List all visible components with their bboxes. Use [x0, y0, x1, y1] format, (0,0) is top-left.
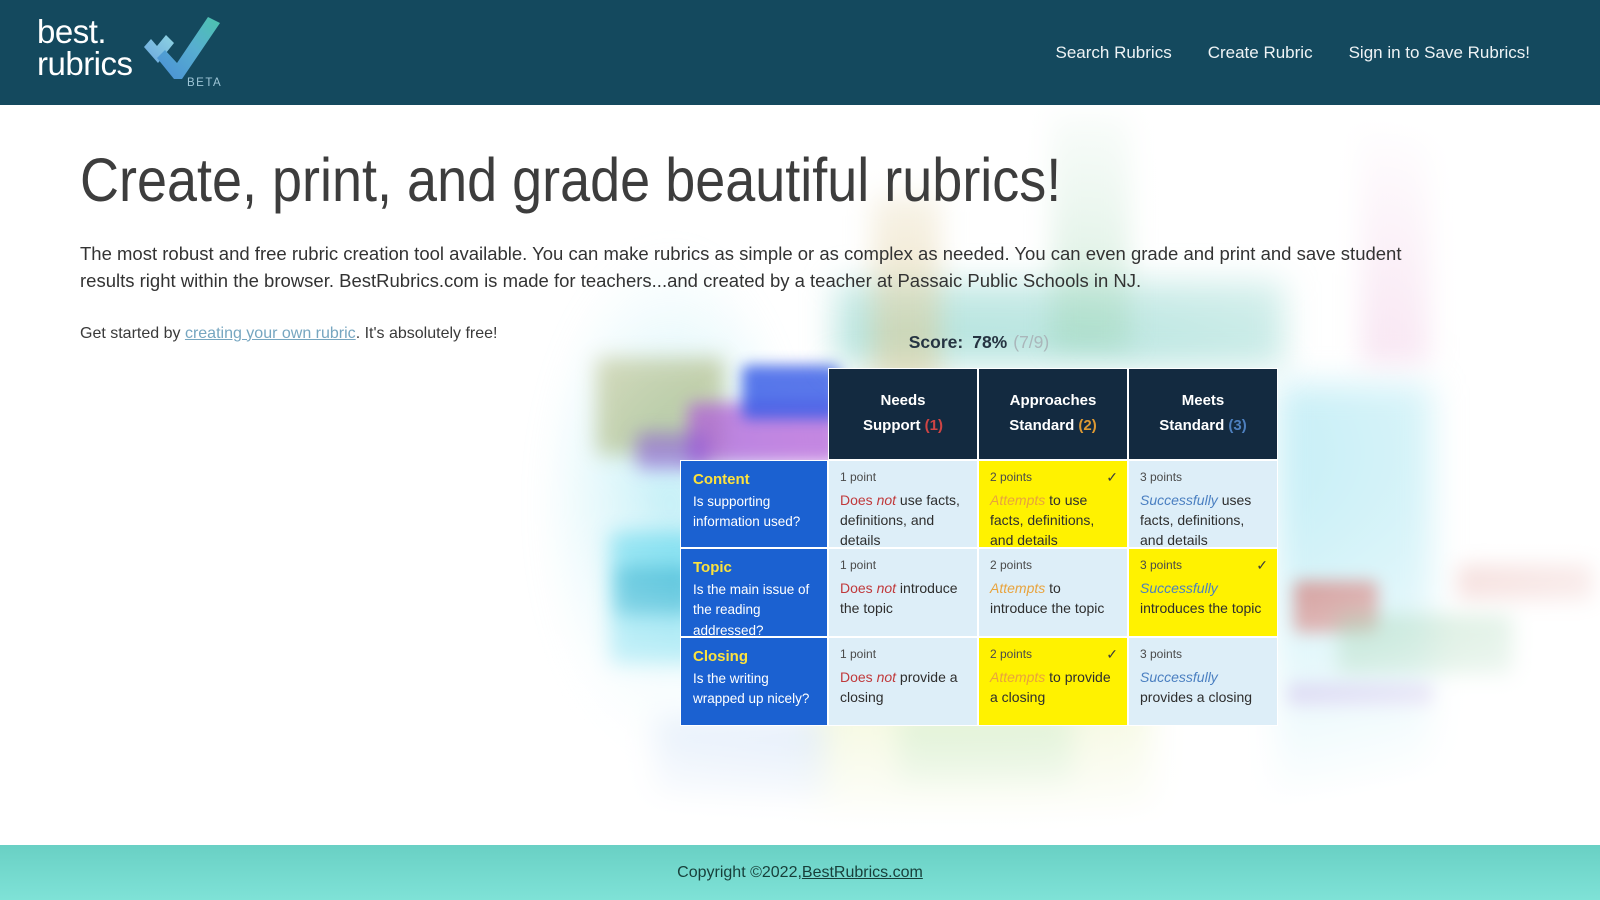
- cell-text: Attempts to introduce the topic: [990, 579, 1116, 619]
- rubric-cell: 1 point Does not provide a closing: [828, 637, 978, 726]
- rubric-cell: 1 point Does not use facts, definitions, …: [828, 460, 978, 548]
- cell-text: Attempts to provide a closing: [990, 668, 1116, 708]
- rubric-column-header-approaches: ApproachesStandard (2): [978, 368, 1128, 460]
- score-line: Score: 78% (7/9): [680, 332, 1278, 353]
- cell-points: 3 points: [1140, 557, 1266, 574]
- criterion-header-content: Content Is supporting information used?: [680, 460, 828, 548]
- cell-text: Successfully uses facts, definitions, an…: [1140, 491, 1266, 551]
- hero-content: Create, print, and grade beautiful rubri…: [0, 105, 1600, 343]
- column-points-number: (1): [925, 417, 943, 434]
- nav-link-create-rubric[interactable]: Create Rubric: [1208, 43, 1313, 63]
- cell-text: Does not use facts, definitions, and det…: [840, 491, 966, 551]
- rubric-corner: [680, 368, 828, 460]
- criterion-header-topic: TopicIs the main issue of the reading ad…: [680, 548, 828, 637]
- background-shape: [1338, 615, 1513, 675]
- background-shape: [655, 720, 825, 805]
- logo-text: best. rubrics: [37, 16, 133, 81]
- background-shape: [1278, 383, 1433, 808]
- score-percent: 78%: [972, 332, 1007, 352]
- rubric-cell: 1 point Does not introduce the topic: [828, 548, 978, 637]
- criterion-question: Is supporting information used?: [693, 492, 815, 533]
- cell-text: Successfully provides a closing: [1140, 668, 1266, 708]
- rubric-cell: 3 points Successfully uses facts, definit…: [1128, 460, 1278, 548]
- logo-line2: rubrics: [37, 48, 133, 80]
- rubric-cell-selected: 2 points Attempts to provide a closing ✓: [978, 637, 1128, 726]
- rubric-column-header-meets: MeetsStandard (3): [1128, 368, 1278, 460]
- rubric-column-header-needs: NeedsSupport (1): [828, 368, 978, 460]
- page-title: Create, print, and grade beautiful rubri…: [80, 145, 1425, 215]
- criterion-name: Content: [693, 471, 815, 488]
- column-points-number: (2): [1078, 417, 1096, 434]
- score-label: Score:: [909, 332, 963, 352]
- cell-text: Successfully introduces the topic: [1140, 579, 1266, 619]
- cell-points: 2 points: [990, 646, 1116, 663]
- checkmark-icon: ✓: [1106, 468, 1118, 488]
- rubric-cell: 2 points Attempts to introduce the topic: [978, 548, 1128, 637]
- cta-suffix: . It's absolutely free!: [356, 325, 498, 342]
- checkmark-icon: ✓: [1106, 645, 1118, 665]
- cell-text: Does not introduce the topic: [840, 579, 966, 619]
- criterion-question: Is the writing wrapped up nicely?: [693, 669, 815, 710]
- cell-points: 3 points: [1140, 469, 1266, 486]
- checkmark-logo-icon: [138, 13, 224, 85]
- cell-points: 2 points: [990, 557, 1116, 574]
- footer-link[interactable]: BestRubrics.com: [802, 864, 923, 882]
- copyright-text: Copyright ©2022,: [677, 864, 802, 882]
- hero-section: Create, print, and grade beautiful rubri…: [0, 105, 1600, 845]
- rubric-table: NeedsSupport (1)ApproachesStandard (2)Me…: [680, 368, 1278, 726]
- cell-text: Does not provide a closing: [840, 668, 966, 708]
- rubric-cell: 3 points Successfully provides a closing: [1128, 637, 1278, 726]
- hero-description: The most robust and free rubric creation…: [80, 241, 1445, 295]
- cell-points: 2 points: [990, 469, 1116, 486]
- cell-text: Attempts to use facts, definitions, and …: [990, 491, 1116, 551]
- cell-points: 1 point: [840, 469, 966, 486]
- logo[interactable]: best. rubrics BETA: [35, 11, 235, 95]
- nav-link-sign-in-to-save-rubrics[interactable]: Sign in to Save Rubrics!: [1349, 43, 1530, 63]
- criterion-name: Topic: [693, 559, 815, 576]
- cell-points: 3 points: [1140, 646, 1266, 663]
- column-points-number: (3): [1228, 417, 1246, 434]
- rubric-cell-selected: 3 points Successfully introduces the topi…: [1128, 548, 1278, 637]
- checkmark-icon: ✓: [1256, 556, 1268, 576]
- background-shape: [898, 717, 1073, 787]
- criterion-header-closing: Closing Is the writing wrapped up nicely?: [680, 637, 828, 726]
- navbar: best. rubrics BETA: [0, 0, 1600, 105]
- beta-badge: BETA: [187, 77, 222, 89]
- background-shape: [1294, 581, 1378, 633]
- footer: Copyright ©2022, BestRubrics.com: [0, 845, 1600, 900]
- nav-links: Search Rubrics Create Rubric Sign in to Sa…: [1055, 43, 1530, 63]
- cell-points: 1 point: [840, 646, 966, 663]
- criterion-question: Is the main issue of the reading address…: [693, 580, 815, 641]
- page: best. rubrics BETA: [0, 0, 1600, 900]
- cta-prefix: Get started by: [80, 325, 185, 342]
- background-shape: [1458, 565, 1593, 601]
- criterion-name: Closing: [693, 648, 815, 665]
- nav-link-search-rubrics[interactable]: Search Rubrics: [1055, 43, 1171, 63]
- logo-line1: best.: [37, 16, 133, 48]
- score-fraction: (7/9): [1013, 332, 1049, 352]
- create-rubric-link[interactable]: creating your own rubric: [185, 325, 356, 342]
- rubric-cell-selected: 2 points Attempts to use facts, definitio…: [978, 460, 1128, 548]
- background-shape: [1288, 683, 1433, 707]
- cell-points: 1 point: [840, 557, 966, 574]
